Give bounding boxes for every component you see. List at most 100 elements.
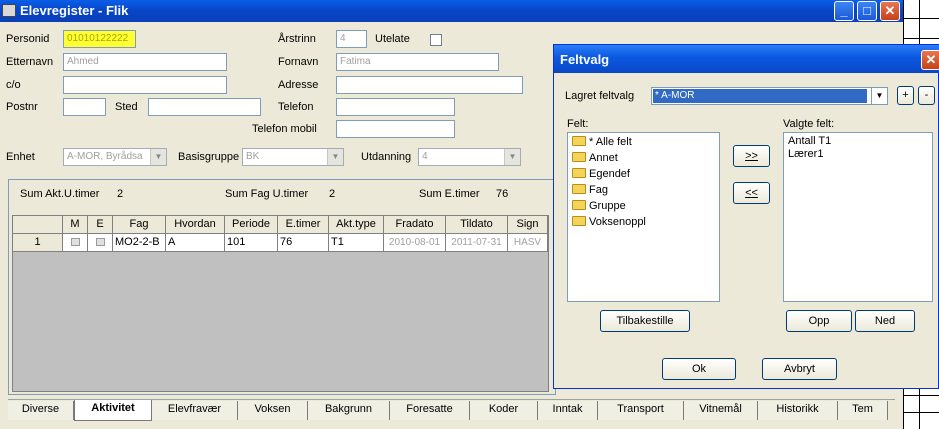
personid-field[interactable]: 01010122222: [63, 30, 136, 48]
fornavn-field[interactable]: Fatima: [336, 53, 499, 71]
tab-foresatte[interactable]: Foresatte: [390, 401, 470, 420]
grid-cell-akttype[interactable]: T1: [329, 234, 384, 252]
grid-cell-m[interactable]: [63, 234, 88, 252]
remove-field-button[interactable]: <<: [733, 182, 770, 204]
postnr-label: Postnr: [6, 101, 38, 113]
co-label: c/o: [6, 79, 21, 91]
enhet-value: A-MOR, Byrådsa: [67, 151, 143, 162]
tab-diverse[interactable]: Diverse: [8, 401, 74, 420]
list-item[interactable]: Fag: [572, 184, 608, 196]
grid-row-number[interactable]: 1: [13, 234, 63, 252]
tab-elevfravaer[interactable]: Elevfravær: [152, 401, 238, 420]
tab-historikk[interactable]: Historikk: [758, 401, 838, 420]
chevron-down-icon[interactable]: ▼: [327, 149, 343, 165]
divider: [903, 38, 939, 39]
postnr-field[interactable]: [63, 98, 106, 116]
folder-icon: [572, 136, 586, 146]
chevron-down-icon[interactable]: ▼: [150, 149, 166, 165]
tab-bakgrunn[interactable]: Bakgrunn: [308, 401, 390, 420]
grid-header-sign[interactable]: Sign: [508, 216, 548, 234]
list-item[interactable]: Voksenoppl: [572, 216, 646, 228]
tilbakestille-button[interactable]: Tilbakestille: [600, 310, 690, 332]
opp-button[interactable]: Opp: [786, 310, 852, 332]
list-item[interactable]: Annet: [572, 152, 618, 164]
grid-header-m[interactable]: M: [63, 216, 88, 234]
grid-header-fag[interactable]: Fag: [113, 216, 166, 234]
adresse-field[interactable]: [336, 76, 523, 94]
close-button[interactable]: ✕: [880, 1, 900, 21]
chevron-down-icon[interactable]: ▼: [871, 88, 887, 104]
telefon-field[interactable]: [336, 98, 455, 116]
list-item[interactable]: * Alle felt: [572, 136, 632, 148]
grid-cell-e[interactable]: [88, 234, 113, 252]
list-item[interactable]: Antall T1: [788, 135, 831, 147]
telefon-mobil-label: Telefon mobil: [252, 123, 317, 135]
folder-icon: [572, 216, 586, 226]
sted-field[interactable]: [148, 98, 261, 116]
enhet-select[interactable]: A-MOR, Byrådsa ▼: [63, 148, 167, 166]
felt-list[interactable]: * Alle felt Annet Egendef Fag Gruppe Vok…: [567, 132, 720, 302]
tab-vitnemal[interactable]: Vitnemål: [684, 401, 758, 420]
add-feltvalg-button[interactable]: +: [897, 86, 914, 105]
activity-grid: M E Fag Hvordan Periode E.timer Akt.type…: [12, 215, 549, 392]
sum-akt-label: Sum Akt.U.timer: [20, 188, 100, 200]
lagret-feltvalg-value: * A-MOR: [653, 89, 867, 103]
grid-cell-fag[interactable]: MO2-2-B: [113, 234, 166, 252]
tab-koder[interactable]: Koder: [470, 401, 538, 420]
tab-inntak[interactable]: Inntak: [538, 401, 598, 420]
tab-aktivitet[interactable]: Aktivitet: [74, 400, 152, 421]
sted-label: Sted: [115, 101, 138, 113]
grid-header-tildato[interactable]: Tildato: [446, 216, 508, 234]
telefon-label: Telefon: [278, 101, 314, 113]
tab-voksen[interactable]: Voksen: [238, 401, 308, 420]
folder-icon: [572, 200, 586, 210]
etternavn-field[interactable]: Ahmed: [63, 53, 227, 71]
maximize-button[interactable]: □: [857, 1, 877, 21]
tab-transport[interactable]: Transport: [598, 401, 684, 420]
list-item-label: Egendef: [589, 168, 630, 180]
list-item[interactable]: Lærer1: [788, 148, 823, 160]
minimize-button[interactable]: _: [834, 1, 854, 21]
avbryt-button[interactable]: Avbryt: [762, 358, 837, 380]
etternavn-label: Etternavn: [6, 56, 54, 68]
grid-cell-tildato[interactable]: 2011-07-31: [446, 234, 508, 252]
grid-cell-etimer[interactable]: 76: [278, 234, 329, 252]
fornavn-label: Fornavn: [278, 56, 319, 68]
grid-header-fradato[interactable]: Fradato: [384, 216, 446, 234]
lagret-feltvalg-select[interactable]: * A-MOR ▼: [651, 87, 888, 105]
remove-feltvalg-button[interactable]: -: [918, 86, 935, 105]
ned-button[interactable]: Ned: [855, 310, 915, 332]
lagret-feltvalg-label: Lagret feltvalg: [565, 90, 635, 102]
grid-cell-periode[interactable]: 101: [225, 234, 278, 252]
grid-header-hvordan[interactable]: Hvordan: [166, 216, 225, 234]
list-item[interactable]: Egendef: [572, 168, 630, 180]
grid-header-etimer[interactable]: E.timer: [278, 216, 329, 234]
valgte-felt-list[interactable]: Antall T1 Lærer1: [783, 132, 933, 302]
chevron-down-icon[interactable]: ▼: [504, 149, 520, 165]
grid-header-periode[interactable]: Periode: [225, 216, 278, 234]
add-field-button[interactable]: >>: [733, 145, 770, 167]
tab-tem[interactable]: Tem: [838, 401, 888, 420]
grid-cell-fradato[interactable]: 2010-08-01: [384, 234, 446, 252]
felt-label: Felt:: [567, 118, 589, 130]
divider: [903, 18, 939, 19]
grid-header-akttype[interactable]: Akt.type: [329, 216, 384, 234]
grid-header-e[interactable]: E: [88, 216, 113, 234]
utelate-checkbox[interactable]: [430, 34, 442, 46]
basisgruppe-value: BK: [246, 151, 260, 162]
m-checkbox[interactable]: [70, 238, 80, 247]
arstrinn-field[interactable]: 4: [336, 30, 367, 48]
basisgruppe-select[interactable]: BK ▼: [242, 148, 344, 166]
list-item[interactable]: Gruppe: [572, 200, 626, 212]
telefon-mobil-field[interactable]: [336, 120, 455, 138]
co-field[interactable]: [63, 76, 227, 94]
grid-cell-sign[interactable]: HASV: [508, 234, 548, 252]
grid-cell-hvordan[interactable]: A: [166, 234, 225, 252]
feltvalg-dialog: Feltvalg ✕ Lagret feltvalg * A-MOR ▼ + -…: [553, 44, 939, 389]
list-item-label: Gruppe: [589, 200, 626, 212]
personid-label: Personid: [6, 33, 50, 45]
e-checkbox[interactable]: [95, 238, 105, 247]
utdanning-select[interactable]: 4 ▼: [418, 148, 521, 166]
ok-button[interactable]: Ok: [662, 358, 736, 380]
dialog-close-button[interactable]: ✕: [921, 50, 939, 70]
